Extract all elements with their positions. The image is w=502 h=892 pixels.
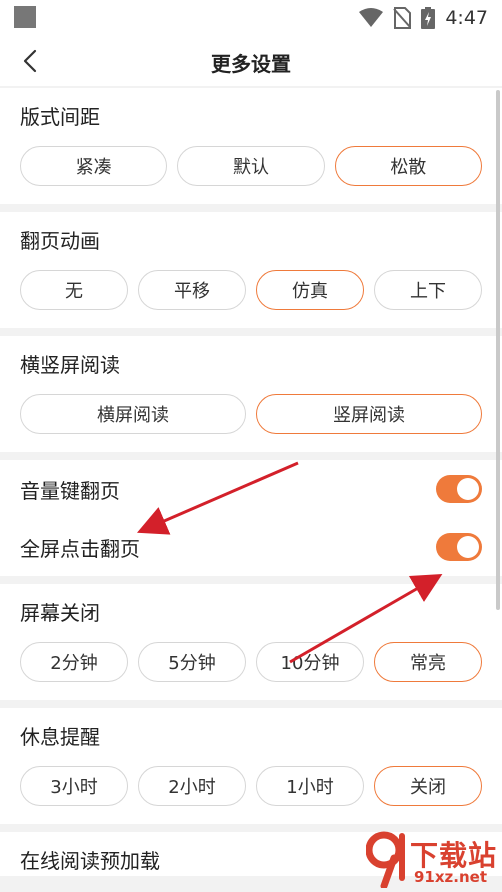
option-always-on[interactable]: 常亮 bbox=[374, 642, 482, 682]
option-portrait[interactable]: 竖屏阅读 bbox=[256, 394, 482, 434]
settings-list: 版式间距 紧凑 默认 松散 翻页动画 无 平移 仿真 上下 横竖屏阅读 横屏阅读… bbox=[0, 88, 502, 884]
fullscreen-tap-label: 全屏点击翻页 bbox=[20, 536, 140, 561]
option-1h[interactable]: 1小时 bbox=[256, 766, 364, 806]
status-bar: 4:47 bbox=[0, 0, 502, 36]
page-turn-animation-options: 无 平移 仿真 上下 bbox=[20, 256, 482, 328]
option-slide[interactable]: 平移 bbox=[138, 270, 246, 310]
rest-reminder-section: 休息提醒 3小时 2小时 1小时 关闭 bbox=[0, 708, 502, 824]
option-loose[interactable]: 松散 bbox=[334, 146, 482, 186]
option-none[interactable]: 无 bbox=[20, 270, 128, 310]
watermark-logo-icon bbox=[366, 831, 405, 888]
section-title: 横竖屏阅读 bbox=[20, 353, 120, 377]
watermark: 下载站 91xz.net bbox=[366, 828, 498, 892]
wifi-icon bbox=[359, 8, 384, 27]
screen-off-options: 2分钟 5分钟 10分钟 常亮 bbox=[20, 628, 482, 700]
page-turn-animation-section: 翻页动画 无 平移 仿真 上下 bbox=[0, 212, 502, 328]
option-landscape[interactable]: 横屏阅读 bbox=[20, 394, 246, 434]
option-default[interactable]: 默认 bbox=[177, 146, 325, 186]
option-5min[interactable]: 5分钟 bbox=[138, 642, 246, 682]
layout-spacing-options: 紧凑 默认 松散 bbox=[20, 132, 482, 204]
rest-reminder-options: 3小时 2小时 1小时 关闭 bbox=[20, 752, 482, 824]
option-2min[interactable]: 2分钟 bbox=[20, 642, 128, 682]
fullscreen-tap-row: 全屏点击翻页 bbox=[20, 518, 482, 576]
section-title: 版式间距 bbox=[20, 105, 100, 129]
watermark-url: 91xz.net bbox=[414, 868, 488, 886]
section-title: 屏幕关闭 bbox=[20, 601, 100, 625]
option-simulation[interactable]: 仿真 bbox=[256, 270, 364, 310]
orientation-section: 横竖屏阅读 横屏阅读 竖屏阅读 bbox=[0, 336, 502, 452]
layout-spacing-section: 版式间距 紧凑 默认 松散 bbox=[0, 88, 502, 204]
option-2h[interactable]: 2小时 bbox=[138, 766, 246, 806]
scrollbar[interactable] bbox=[496, 90, 500, 610]
option-off[interactable]: 关闭 bbox=[374, 766, 482, 806]
status-time: 4:47 bbox=[445, 7, 488, 29]
section-title: 翻页动画 bbox=[20, 229, 100, 253]
page-title: 更多设置 bbox=[211, 52, 291, 76]
no-sim-icon bbox=[393, 7, 412, 29]
app-notification-icon bbox=[14, 6, 36, 28]
toggles-section: 音量键翻页 全屏点击翻页 bbox=[0, 460, 502, 576]
volume-key-label: 音量键翻页 bbox=[20, 478, 120, 503]
option-10min[interactable]: 10分钟 bbox=[256, 642, 364, 682]
battery-charging-icon bbox=[421, 7, 436, 29]
option-compact[interactable]: 紧凑 bbox=[20, 146, 168, 186]
top-nav-bar: 更多设置 bbox=[0, 36, 502, 86]
status-icons: 4:47 bbox=[359, 7, 488, 29]
orientation-options: 横屏阅读 竖屏阅读 bbox=[20, 380, 482, 452]
volume-key-row: 音量键翻页 bbox=[20, 460, 482, 518]
section-title: 休息提醒 bbox=[20, 725, 100, 749]
option-vertical[interactable]: 上下 bbox=[374, 270, 482, 310]
option-3h[interactable]: 3小时 bbox=[20, 766, 128, 806]
screen-off-section: 屏幕关闭 2分钟 5分钟 10分钟 常亮 bbox=[0, 584, 502, 700]
fullscreen-tap-toggle[interactable] bbox=[436, 533, 482, 561]
volume-key-toggle[interactable] bbox=[436, 475, 482, 503]
